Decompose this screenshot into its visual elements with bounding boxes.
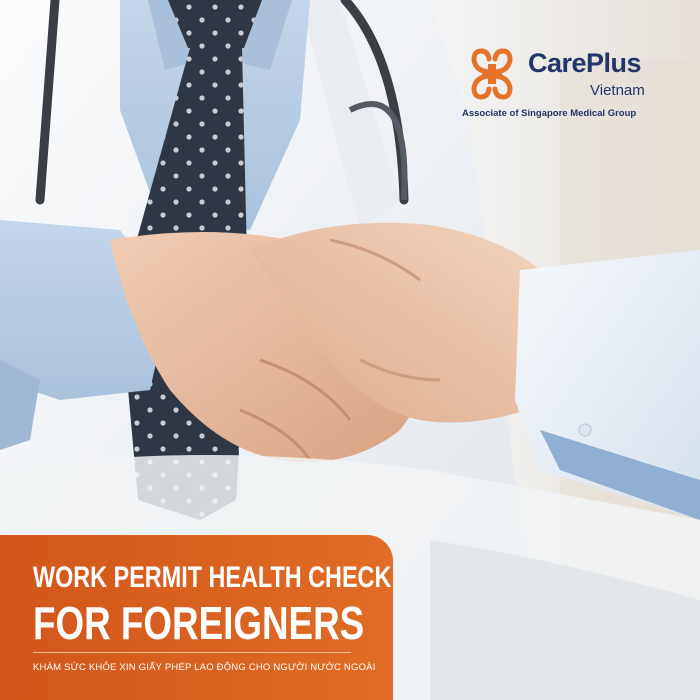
brand-name: CarePlus — [528, 48, 642, 78]
vietnamese-subtitle: KHÁM SỨC KHỎE XIN GIẤY PHÉP LAO ĐỘNG CHO… — [33, 662, 376, 673]
banner-divider — [33, 652, 351, 653]
headline-line-1: WORK PERMIT HEALTH CHECK — [33, 561, 392, 594]
careplus-logo: CarePlus Vietnam Associate of Singapore … — [462, 44, 662, 124]
brand-tagline: Associate of Singapore Medical Group — [462, 108, 637, 119]
careplus-logo-icon — [471, 48, 513, 100]
headline-line-2: FOR FOREIGNERS — [33, 597, 365, 649]
brand-subtitle: Vietnam — [590, 82, 645, 99]
promo-poster: CarePlus Vietnam Associate of Singapore … — [0, 0, 700, 700]
